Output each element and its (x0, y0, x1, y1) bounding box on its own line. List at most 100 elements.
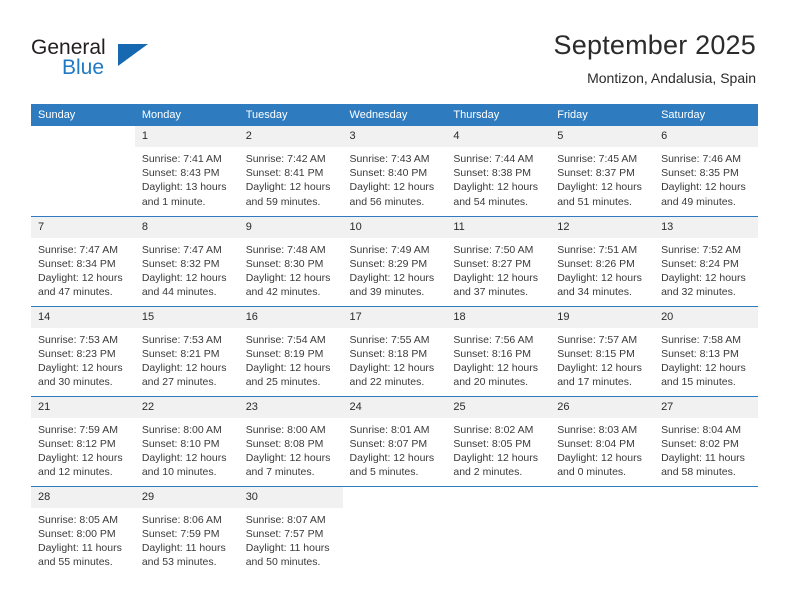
day-details: Sunrise: 7:53 AM Sunset: 8:21 PM Daylight:… (135, 328, 239, 390)
day-details: Sunrise: 8:04 AM Sunset: 8:02 PM Daylight:… (654, 418, 758, 480)
calendar-body: 1 Sunrise: 7:41 AM Sunset: 8:43 PM Daylight… (31, 126, 758, 576)
sunrise-time: Sunrise: 7:45 AM (557, 153, 638, 165)
calendar-day-cell[interactable]: 20 Sunrise: 7:58 AM Sunset: 8:13 PM Dayligh… (654, 305, 758, 396)
calendar-day-cell[interactable]: 13 Sunrise: 7:52 AM Sunset: 8:24 PM Dayligh… (654, 215, 758, 306)
day-number (31, 126, 135, 147)
sunset-time: Sunset: 8:24 PM (661, 257, 739, 270)
day-number: 29 (134, 486, 239, 508)
sunset-time: Sunset: 8:37 PM (557, 167, 635, 180)
calendar-table: Sunday Monday Tuesday Wednesday Thursday… (31, 104, 758, 576)
sunset-time: Sunset: 8:38 PM (453, 167, 532, 180)
calendar-day-cell[interactable]: 26 Sunrise: 8:03 AM Sunset: 8:04 PM Dayligh… (550, 395, 655, 486)
calendar-day-cell[interactable]: 7 Sunrise: 7:47 AM Sunset: 8:34 PM Daylight… (31, 215, 135, 306)
sunset-time: Sunset: 7:59 PM (141, 527, 220, 540)
calendar-day-cell[interactable]: 17 Sunrise: 7:55 AM Sunset: 8:18 PM Dayligh… (342, 305, 447, 396)
day-details: Sunrise: 7:58 AM Sunset: 8:13 PM Daylight:… (654, 328, 758, 390)
sunrise-time: Sunrise: 8:04 AM (661, 423, 742, 436)
sunset-time: Sunset: 8:18 PM (349, 347, 428, 360)
calendar-day-cell-empty (446, 485, 551, 576)
calendar-day-cell[interactable]: 29 Sunrise: 8:06 AM Sunset: 7:59 PM Dayligh… (134, 485, 239, 576)
daylight-duration-line1: Daylight: 12 hours (245, 181, 331, 194)
calendar-day-cell[interactable]: 8 Sunrise: 7:47 AM Sunset: 8:32 PM Daylight… (134, 215, 239, 306)
sunrise-time: Sunrise: 8:05 AM (38, 513, 118, 526)
daylight-duration-line2: and 44 minutes. (141, 286, 217, 299)
sunset-time: Sunset: 8:26 PM (557, 257, 635, 270)
sunrise-time: Sunrise: 7:59 AM (38, 423, 118, 436)
calendar-day-cell[interactable]: 24 Sunrise: 8:01 AM Sunset: 8:07 PM Dayligh… (342, 395, 447, 486)
daylight-duration-line2: and 58 minutes. (661, 466, 736, 479)
calendar-day-cell-empty (654, 485, 758, 576)
calendar-day-cell[interactable]: 1 Sunrise: 7:41 AM Sunset: 8:43 PM Daylight… (134, 126, 239, 216)
day-details: Sunrise: 8:00 AM Sunset: 8:08 PM Daylight:… (239, 418, 343, 480)
daylight-duration-line2: and 55 minutes. (38, 556, 113, 569)
day-number: 13 (654, 216, 758, 238)
daylight-duration-line1: Daylight: 12 hours (245, 451, 331, 464)
sunrise-time: Sunrise: 7:46 AM (661, 153, 742, 165)
calendar-day-cell[interactable]: 10 Sunrise: 7:49 AM Sunset: 8:29 PM Dayligh… (342, 215, 447, 306)
daylight-duration-line1: Daylight: 12 hours (557, 181, 642, 194)
daylight-duration-line1: Daylight: 12 hours (38, 451, 123, 464)
daylight-duration-line2: and 42 minutes. (245, 286, 321, 299)
day-number: 8 (134, 216, 239, 238)
calendar-day-cell[interactable]: 5 Sunrise: 7:45 AM Sunset: 8:37 PM Daylight… (550, 126, 655, 216)
calendar-day-cell[interactable]: 12 Sunrise: 7:51 AM Sunset: 8:26 PM Dayligh… (550, 215, 655, 306)
day-details: Sunrise: 7:50 AM Sunset: 8:27 PM Daylight:… (446, 238, 550, 300)
calendar-day-cell[interactable]: 3 Sunrise: 7:43 AM Sunset: 8:40 PM Daylight… (342, 126, 447, 216)
sunset-time: Sunset: 8:02 PM (661, 437, 739, 450)
sunrise-time: Sunrise: 8:06 AM (141, 513, 222, 526)
calendar-day-cell[interactable]: 22 Sunrise: 8:00 AM Sunset: 8:10 PM Dayligh… (134, 395, 239, 486)
daylight-duration-line2: and 7 minutes. (245, 466, 315, 479)
day-details: Sunrise: 7:54 AM Sunset: 8:19 PM Daylight:… (239, 328, 343, 390)
calendar-header-row: Sunday Monday Tuesday Wednesday Thursday… (31, 104, 758, 126)
day-number (550, 486, 655, 508)
day-details: Sunrise: 8:06 AM Sunset: 7:59 PM Daylight:… (135, 508, 239, 570)
sunset-time: Sunset: 8:32 PM (141, 257, 220, 270)
sunset-time: Sunset: 7:57 PM (245, 527, 324, 540)
calendar-day-cell[interactable]: 14 Sunrise: 7:53 AM Sunset: 8:23 PM Dayligh… (31, 305, 135, 396)
daylight-duration-line1: Daylight: 12 hours (245, 271, 331, 284)
day-number: 11 (446, 216, 551, 238)
calendar-week-row: 21 Sunrise: 7:59 AM Sunset: 8:12 PM Dayligh… (31, 395, 758, 486)
calendar-day-cell[interactable]: 19 Sunrise: 7:57 AM Sunset: 8:15 PM Dayligh… (550, 305, 655, 396)
day-details: Sunrise: 7:59 AM Sunset: 8:12 PM Daylight:… (31, 418, 135, 480)
sunrise-time: Sunrise: 8:00 AM (245, 423, 326, 436)
logo-triangle-icon (118, 44, 148, 66)
daylight-duration-line1: Daylight: 13 hours (141, 181, 227, 194)
sunrise-time: Sunrise: 7:55 AM (349, 333, 430, 346)
calendar-day-cell[interactable]: 11 Sunrise: 7:50 AM Sunset: 8:27 PM Dayligh… (446, 215, 551, 306)
sunset-time: Sunset: 8:41 PM (245, 167, 324, 180)
daylight-duration-line2: and 56 minutes. (349, 195, 425, 208)
calendar-day-cell[interactable]: 21 Sunrise: 7:59 AM Sunset: 8:12 PM Dayligh… (31, 395, 135, 486)
calendar-day-cell[interactable]: 4 Sunrise: 7:44 AM Sunset: 8:38 PM Daylight… (446, 126, 551, 216)
title-block: September 2025 Montizon, Andalusia, Spai… (336, 28, 756, 88)
calendar-day-cell[interactable]: 18 Sunrise: 7:56 AM Sunset: 8:16 PM Dayligh… (446, 305, 551, 396)
sunrise-time: Sunrise: 7:53 AM (38, 333, 118, 346)
daylight-duration-line2: and 0 minutes. (557, 466, 627, 479)
sunset-time: Sunset: 8:23 PM (38, 347, 116, 360)
calendar-day-cell[interactable]: 16 Sunrise: 7:54 AM Sunset: 8:19 PM Dayligh… (238, 305, 343, 396)
sunset-time: Sunset: 8:15 PM (557, 347, 635, 360)
calendar-day-cell[interactable]: 23 Sunrise: 8:00 AM Sunset: 8:08 PM Dayligh… (238, 395, 343, 486)
calendar-day-cell[interactable]: 2 Sunrise: 7:42 AM Sunset: 8:41 PM Daylight… (238, 126, 343, 216)
calendar-day-cell[interactable]: 25 Sunrise: 8:02 AM Sunset: 8:05 PM Dayligh… (446, 395, 551, 486)
daylight-duration-line1: Daylight: 12 hours (349, 361, 435, 374)
sunrise-time: Sunrise: 7:48 AM (245, 243, 326, 256)
calendar-day-cell[interactable]: 6 Sunrise: 7:46 AM Sunset: 8:35 PM Daylight… (654, 126, 758, 216)
day-number (654, 486, 758, 508)
day-details: Sunrise: 7:45 AM Sunset: 8:37 PM Daylight:… (550, 147, 654, 209)
calendar-day-cell[interactable]: 27 Sunrise: 8:04 AM Sunset: 8:02 PM Dayligh… (654, 395, 758, 486)
day-number: 9 (238, 216, 343, 238)
generalblue-logo[interactable]: General Blue (31, 36, 161, 84)
calendar-day-cell-empty (342, 485, 447, 576)
calendar-day-cell[interactable]: 9 Sunrise: 7:48 AM Sunset: 8:30 PM Daylight… (238, 215, 343, 306)
sunrise-time: Sunrise: 8:03 AM (557, 423, 638, 436)
calendar-day-cell[interactable]: 15 Sunrise: 7:53 AM Sunset: 8:21 PM Dayligh… (134, 305, 239, 396)
page-title: September 2025 (553, 30, 756, 60)
calendar-day-cell[interactable]: 30 Sunrise: 8:07 AM Sunset: 7:57 PM Dayligh… (238, 485, 343, 576)
daylight-duration-line2: and 15 minutes. (661, 376, 736, 389)
day-details: Sunrise: 8:03 AM Sunset: 8:04 PM Daylight:… (550, 418, 654, 480)
daylight-duration-line1: Daylight: 12 hours (453, 451, 539, 464)
calendar-day-cell[interactable]: 28 Sunrise: 8:05 AM Sunset: 8:00 PM Dayligh… (31, 485, 135, 576)
day-details: Sunrise: 8:00 AM Sunset: 8:10 PM Daylight:… (135, 418, 239, 480)
sunset-time: Sunset: 8:29 PM (349, 257, 428, 270)
